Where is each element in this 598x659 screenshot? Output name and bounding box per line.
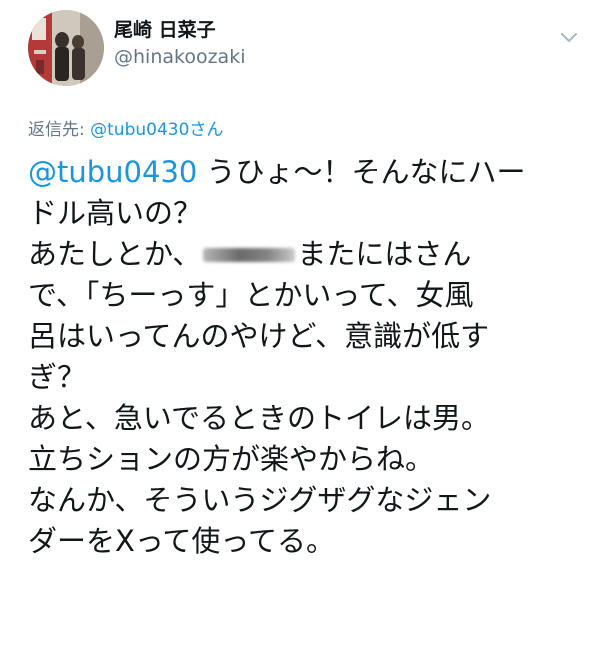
chevron-down-icon[interactable] xyxy=(558,26,580,48)
display-name[interactable]: 尾崎 日菜子 xyxy=(114,18,245,42)
mention-link[interactable]: @tubu0430 xyxy=(28,155,197,189)
tweet-header: 尾崎 日菜子 @hinakoozaki xyxy=(28,10,580,90)
redacted-text xyxy=(203,239,296,269)
user-names: 尾崎 日菜子 @hinakoozaki xyxy=(114,18,245,70)
text-line: あたしとか、 またにはさん xyxy=(28,234,584,275)
text-segment: うひょ〜！そんなにハー xyxy=(197,155,526,189)
text-line: 立ちションの方が楽やからね。 xyxy=(28,442,435,476)
reply-mention-link[interactable]: @tubu0430さん xyxy=(90,120,223,140)
avatar-image xyxy=(28,10,104,86)
text-line: あと、急いでるときのトイレは男。 xyxy=(28,401,490,435)
text-line: ダーをXって使ってる。 xyxy=(28,524,335,558)
text-line: で、「ちーっす」とかいって、女風 xyxy=(28,278,474,312)
tweet-text: @tubu0430 うひょ〜！そんなにハー ドル高いの？ あたしとか、 またにはさ… xyxy=(28,152,584,562)
tweet-card: 尾崎 日菜子 @hinakoozaki 返信先: @tubu0430さん @tu… xyxy=(0,0,598,659)
text-line: @tubu0430 うひょ〜！そんなにハー xyxy=(28,152,584,193)
text-line: なんか、そういうジグザグなジェン xyxy=(28,483,492,517)
text-line: 呂はいってんのやけど、意識が低す xyxy=(28,319,490,353)
text-segment: またにはさん xyxy=(297,237,472,271)
text-segment: あたしとか、 xyxy=(28,237,202,271)
text-line: ドル高いの？ xyxy=(28,196,203,230)
user-handle[interactable]: @hinakoozaki xyxy=(114,44,245,70)
reply-context: 返信先: @tubu0430さん xyxy=(28,118,223,142)
text-line: ぎ？ xyxy=(28,360,87,394)
reply-prefix: 返信先: xyxy=(28,120,91,140)
avatar[interactable] xyxy=(28,10,104,86)
